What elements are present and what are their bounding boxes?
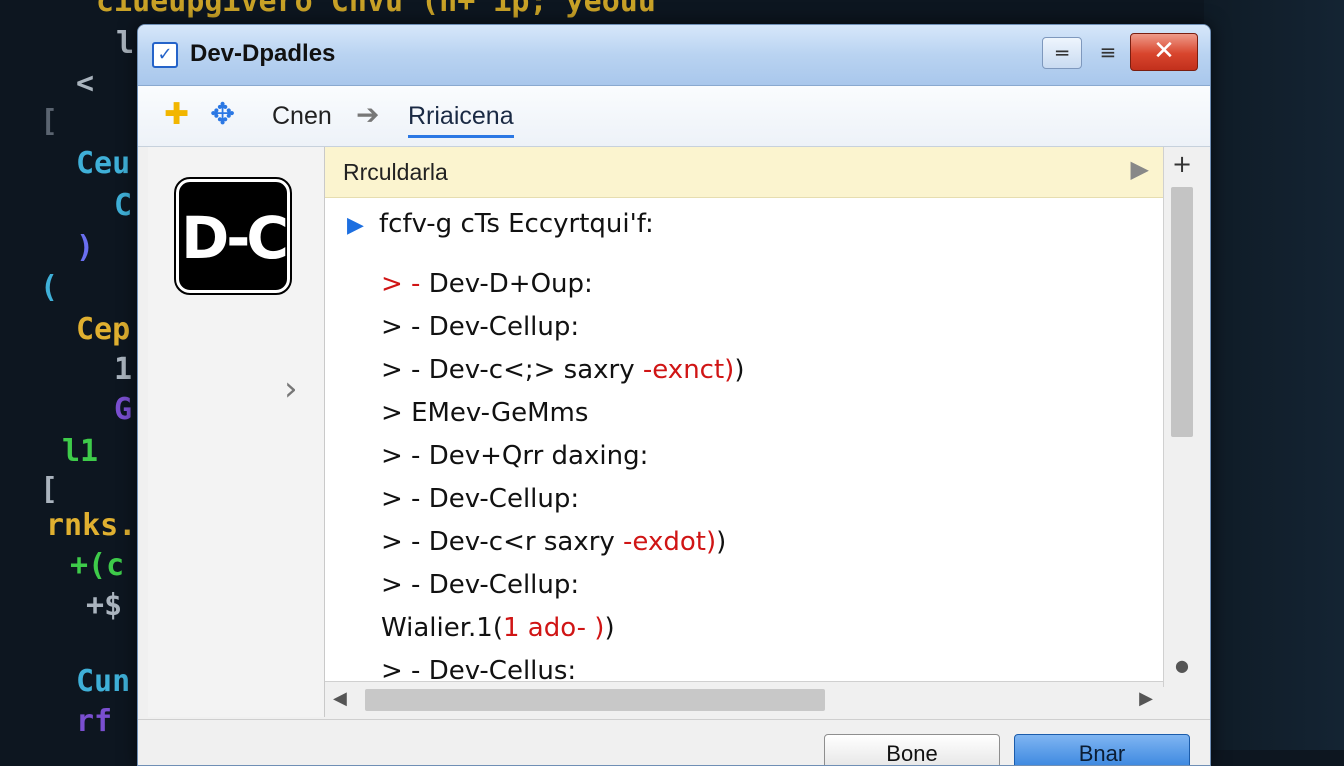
tree-item-marker: > -	[381, 527, 429, 557]
tree-item-label: Dev+Qrr daxing:	[428, 441, 649, 471]
tree-item[interactable]: > - Dev-D+Oup:	[381, 269, 593, 299]
add-yellow-icon[interactable]: ✚	[164, 98, 189, 132]
tree-item[interactable]: > EMev-GeMms	[381, 398, 588, 428]
background-panel	[1204, 0, 1344, 750]
vertical-scrollbar[interactable]: + ●	[1163, 147, 1200, 687]
tree-item-label: Dev-Cellup:	[428, 570, 580, 600]
chevron-right-icon[interactable]: ›	[284, 369, 298, 409]
code-line: Cun	[76, 664, 131, 699]
tree-item[interactable]: > - Dev+Qrr daxing:	[381, 441, 648, 471]
scroll-left-icon[interactable]: ◀	[333, 688, 347, 709]
horizontal-scroll-thumb[interactable]	[365, 689, 825, 711]
code-line: [	[40, 472, 59, 507]
code-line: G	[114, 392, 133, 427]
tree-item-marker: > -	[381, 269, 429, 299]
vertical-scroll-thumb[interactable]	[1171, 187, 1193, 437]
tree-item-marker: > -	[381, 484, 429, 514]
tree-item-label: Dev-D+Oup:	[428, 269, 593, 299]
code-line: 1	[114, 352, 133, 387]
tree-item-label: Dev-c<;> saxry	[428, 355, 643, 385]
code-line: )	[76, 230, 95, 265]
cancel-button[interactable]: Bone	[824, 734, 1000, 765]
sidebar: D-C ›	[148, 147, 325, 717]
app-logo: D-C	[174, 177, 292, 295]
code-line: <	[76, 66, 95, 101]
pane-header-label: Rrculdarla	[343, 159, 448, 185]
tree-item-marker: >	[381, 398, 412, 428]
tree-item[interactable]: > - Dev-Cellup:	[381, 312, 579, 342]
tree-item-label: Dev-Cellup:	[428, 484, 580, 514]
tree-item-suffix: -exdot)	[623, 527, 717, 557]
play-arrow-icon[interactable]: ▶	[1131, 155, 1149, 183]
tree-item-marker: > -	[381, 312, 429, 342]
app-checkbox-icon: ✓	[152, 42, 178, 68]
code-line: rf	[76, 704, 113, 739]
tree-item[interactable]: > - Dev-Cellup:	[381, 484, 579, 514]
arrow-right-icon: ➔	[356, 98, 380, 131]
expand-arrow-icon[interactable]: ▶	[347, 213, 364, 238]
code-line: (	[40, 270, 59, 305]
scroll-right-icon[interactable]: ▶	[1139, 688, 1153, 709]
tree-item-tail: )	[604, 613, 615, 643]
move-blue-icon[interactable]: ✥	[210, 98, 235, 132]
tree-item-tail: )	[716, 527, 727, 557]
pane-header[interactable]: Rrculdarla ▶	[325, 147, 1163, 198]
tree-item-label: Dev-Cellup:	[428, 312, 580, 342]
tree-item-tail: )	[734, 355, 745, 385]
tab-active[interactable]: Rriaicena	[408, 102, 514, 138]
window-title: Dev-Dpadles	[190, 40, 336, 67]
title-bar[interactable]: ✓ Dev-Dpadles ═ ≡ ✕	[138, 25, 1210, 86]
dialog-window: ✓ Dev-Dpadles ═ ≡ ✕ ✚ ✥ Cnen ➔ Rriaicena…	[137, 24, 1211, 766]
code-line: l1	[62, 434, 99, 469]
ok-button[interactable]: Bnar	[1014, 734, 1190, 765]
tree-item-marker: > -	[381, 355, 429, 385]
tree-item[interactable]: > - Dev-c<;> saxry -exnct))	[381, 355, 744, 385]
code-line: +(c	[70, 548, 125, 583]
code-line: C	[114, 188, 133, 223]
minimize-button[interactable]: ═	[1042, 37, 1082, 69]
maximize-button[interactable]: ≡	[1090, 37, 1126, 69]
close-button[interactable]: ✕	[1130, 33, 1198, 71]
tree-item-label: Dev-c<r saxry	[428, 527, 624, 557]
scroll-dot-icon[interactable]: ●	[1164, 656, 1200, 675]
code-line: +$	[86, 588, 123, 623]
content-pane: Rrculdarla ▶ ▶ fcfv-g cTs Eccyrtqui'f: >…	[325, 147, 1163, 717]
scroll-plus-icon[interactable]: +	[1164, 147, 1200, 183]
toolbar: ✚ ✥ Cnen ➔ Rriaicena	[138, 86, 1210, 147]
dialog-footer: Bone Bnar	[138, 719, 1210, 765]
tree-item-label: Wialier.1(	[381, 613, 503, 643]
tree-item-label: EMev-GeMms	[411, 398, 589, 428]
tree-item[interactable]: Wialier.1(1 ado- ))	[381, 613, 615, 643]
tree-item[interactable]: > - Dev-Cellup:	[381, 570, 579, 600]
code-line: l	[116, 26, 135, 61]
tree-item-suffix: 1 ado- )	[503, 613, 605, 643]
toolbar-label[interactable]: Cnen	[272, 102, 332, 131]
code-line: ciueupgivero Cnvu (n+ ip; yeouu	[96, 0, 656, 19]
tree-item-marker: > -	[381, 570, 429, 600]
tree-root[interactable]: fcfv-g cTs Eccyrtqui'f:	[379, 209, 654, 239]
tree-item[interactable]: > - Dev-c<r saxry -exdot))	[381, 527, 726, 557]
horizontal-scrollbar[interactable]: ◀ ▶	[325, 681, 1163, 718]
tree-item-suffix: -exnct)	[642, 355, 735, 385]
code-line: [	[40, 104, 59, 139]
code-line: rnks.	[46, 508, 137, 543]
tree-item-marker: > -	[381, 441, 429, 471]
code-line: Cep	[76, 312, 131, 347]
code-line: Ceu	[76, 146, 131, 181]
